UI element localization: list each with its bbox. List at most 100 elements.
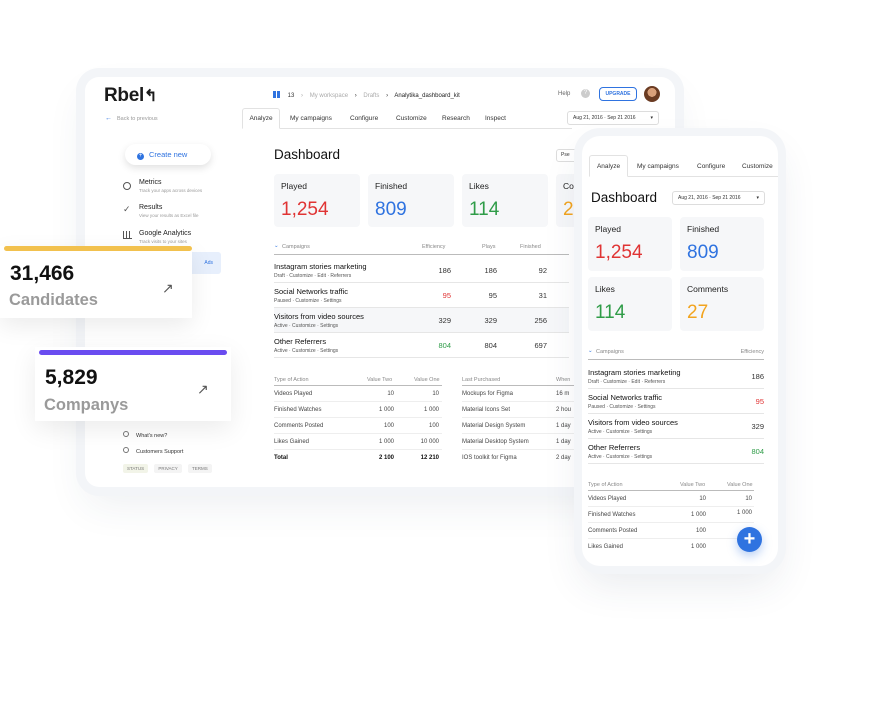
table-row[interactable]: IOS toolkit for Figma 2 day (462, 450, 587, 466)
kpi-played: Played 1,254 (274, 174, 360, 227)
status-link[interactable]: STATUS (123, 464, 149, 473)
tab-configure[interactable]: Configure (350, 115, 378, 122)
breadcrumb-drafts[interactable]: Drafts (363, 93, 379, 99)
help-link[interactable]: Help (558, 91, 570, 97)
companys-value: 5,829 (45, 366, 98, 389)
campaign-actions: Draft · Customize · Edit · Referrers (588, 379, 666, 385)
col-type-of-action[interactable]: Type of Action (274, 377, 309, 383)
whats-new-link[interactable]: What's new? (123, 431, 167, 439)
upgrade-button[interactable]: UPGRADE (599, 87, 637, 101)
table-row[interactable]: Mockups for Figma 16 m (462, 386, 587, 402)
value-two: 1 000 (690, 512, 706, 518)
table-row[interactable]: Finished Watches 1 000 1 000 (588, 507, 754, 523)
purchase-when: 2 hou (556, 407, 572, 413)
chevron-sort-icon[interactable]: ⌄ (274, 243, 279, 249)
col-last-purchased[interactable]: Last Purchased (462, 377, 500, 383)
finished-value: 92 (538, 266, 547, 275)
col-campaigns[interactable]: Campaigns (282, 244, 310, 250)
table-row[interactable]: Material Desktop System 1 day (462, 434, 587, 450)
chevron-right-icon: › (354, 93, 357, 99)
table-row[interactable]: Instagram stories marketing Draft · Custo… (588, 364, 764, 389)
sidebar-item-google-analytics[interactable]: Google Analytics Track visits to your sit… (123, 230, 233, 244)
bar-chart-icon (123, 231, 132, 239)
support-link[interactable]: Customers Support (123, 447, 183, 455)
table-row[interactable]: Likes Gained 1 000 10 000 (274, 434, 442, 450)
table-row[interactable]: Videos Played 10 10 (588, 491, 754, 507)
grid-icon[interactable] (273, 91, 280, 98)
terms-link[interactable]: TERMS (188, 464, 212, 473)
col-value-one[interactable]: Value One (414, 377, 440, 383)
create-new-button[interactable]: + Create new (125, 144, 211, 165)
table-row[interactable]: Videos Played 10 10 (274, 386, 442, 402)
tab-my-campaigns[interactable]: My campaigns (290, 115, 332, 122)
privacy-link[interactable]: PRIVACY (154, 464, 182, 473)
table-row[interactable]: Instagram stories marketing Draft · Custo… (274, 258, 569, 283)
candidates-card: 31,466 Candidates ↗ (0, 246, 192, 318)
plays-value: 186 (484, 266, 497, 275)
tab-my-campaigns[interactable]: My campaigns (637, 163, 679, 170)
col-when[interactable]: When (556, 377, 570, 383)
tab-analyze[interactable]: Analyze (242, 108, 280, 129)
kpi-value: 2 (563, 199, 574, 220)
table-row[interactable]: Material Design System 1 day (462, 418, 587, 434)
sidebar-item-metrics[interactable]: Metrics Track your apps across devices (123, 179, 233, 193)
table-row[interactable]: Comments Posted 100 100 (274, 418, 442, 434)
table-row[interactable]: Social Networks traffic Paused · Customiz… (274, 283, 569, 308)
kpi-played: Played 1,254 (588, 217, 672, 271)
sidebar-item-title: Google Analytics (139, 230, 192, 237)
tab-customize[interactable]: Customize (742, 163, 773, 170)
sidebar-item-sub: Track your apps across devices (139, 188, 203, 193)
table-row[interactable]: Finished Watches 1 000 1 000 (274, 402, 442, 418)
help-icon[interactable]: ? (581, 89, 590, 98)
table-row[interactable]: Comments Posted 100 (588, 523, 754, 539)
avatar[interactable] (644, 86, 660, 102)
back-link[interactable]: ← Back to previous (105, 115, 158, 122)
value-two: 10 (699, 496, 706, 502)
col-efficiency[interactable]: Efficiency (741, 349, 764, 355)
chevron-sort-icon[interactable]: ⌄ (588, 348, 593, 354)
table-row[interactable]: Visitors from video sources Active · Cust… (588, 414, 764, 439)
campaign-name: Social Networks traffic (274, 287, 349, 296)
col-finished[interactable]: Finished (520, 244, 541, 250)
col-efficiency[interactable]: Efficiency (422, 244, 445, 250)
arrow-left-icon: ← (105, 115, 112, 122)
tab-configure[interactable]: Configure (697, 163, 725, 170)
table-row[interactable]: Other Referrers Active · Customize · Sett… (588, 439, 764, 464)
campaign-actions: Draft · Customize · Edit · Referrers (274, 273, 352, 279)
col-campaigns[interactable]: Campaigns (596, 349, 624, 355)
tab-inspect[interactable]: Inspect (485, 115, 506, 122)
purchase-name: Material Icons Set (462, 407, 511, 413)
breadcrumb-count[interactable]: 13 (288, 93, 295, 99)
actions-table: Type of Action Value Two Value One Video… (274, 375, 442, 471)
app-logo[interactable]: Rbel↰ (104, 85, 157, 107)
col-value-two[interactable]: Value Two (680, 482, 705, 488)
breadcrumb-workspace[interactable]: My workspace (310, 93, 348, 99)
tab-research[interactable]: Research (442, 115, 470, 122)
table-row[interactable]: Visitors from video sources Active · Cust… (274, 308, 569, 333)
tab-customize[interactable]: Customize (396, 115, 427, 122)
table-row[interactable]: Likes Gained 1 000 (588, 539, 754, 555)
kpi-comments: Comments 27 (680, 277, 764, 331)
efficiency-value: 186 (751, 372, 764, 381)
col-plays[interactable]: Plays (482, 244, 495, 250)
sidebar-item-results[interactable]: ✓ Results View your results as Excel file (123, 204, 233, 218)
table-row[interactable]: Other Referrers Active · Customize · Sett… (274, 333, 569, 358)
fab-add-button[interactable]: + (737, 527, 762, 552)
table-row[interactable]: Social Networks traffic Paused · Customiz… (588, 389, 764, 414)
breadcrumb-current[interactable]: Analytika_dashboard_kit (394, 93, 459, 99)
col-type-of-action[interactable]: Type of Action (588, 482, 623, 488)
col-value-two[interactable]: Value Two (367, 377, 392, 383)
campaign-name: Instagram stories marketing (588, 368, 681, 377)
companys-label: Companys (44, 396, 129, 414)
date-range-select[interactable]: Aug 21, 2016 · Sep 21 2016 ▾ (672, 191, 765, 205)
action-name: Comments Posted (274, 423, 324, 429)
col-value-one[interactable]: Value One (727, 482, 753, 488)
efficiency-value: 804 (751, 447, 764, 456)
kpi-finished: Finished 809 (368, 174, 454, 227)
tab-analyze[interactable]: Analyze (589, 155, 628, 177)
actions-header: Type of Action Value Two Value One (274, 375, 442, 386)
table-row[interactable]: Material Icons Set 2 hou (462, 402, 587, 418)
date-range-select[interactable]: Aug 21, 2016 · Sep 21 2016 ▾ (567, 111, 659, 125)
campaign-actions: Active · Customize · Settings (588, 454, 653, 460)
campaign-name: Instagram stories marketing (274, 262, 367, 271)
